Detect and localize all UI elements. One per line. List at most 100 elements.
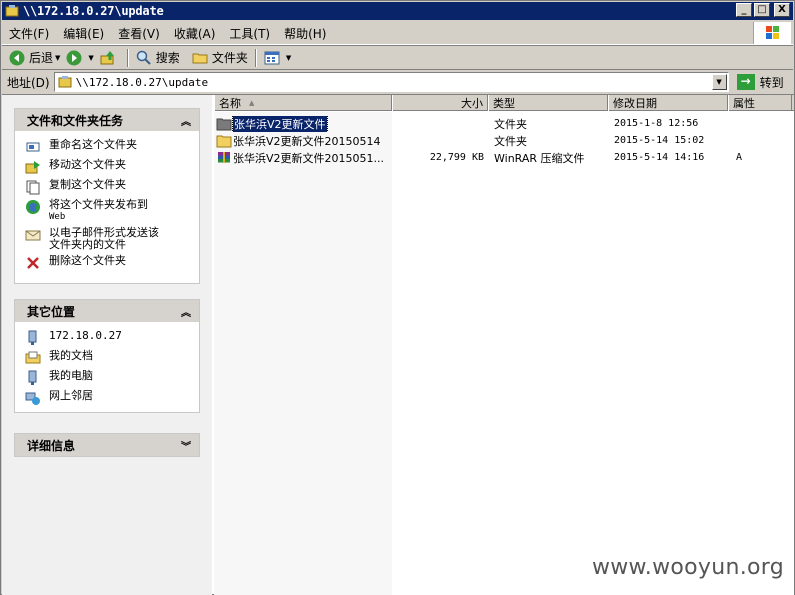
email-files-task[interactable]: 以电子邮件形式发送该 文件夹内的文件 [25, 227, 193, 251]
menu-tools[interactable]: 工具(T) [222, 25, 277, 42]
place-network-places[interactable]: 网上邻居 [25, 390, 193, 406]
panel-body: 172.18.0.27 我的文档 我的电脑 网上邻居 [15, 322, 199, 416]
main-area: 文件和文件夹任务 ︽ 重命名这个文件夹 移动这个文件夹 复制这个文件夹 将这个文… [2, 94, 794, 595]
file-name-cell[interactable]: 张华浜V2更新文件2015051... [214, 150, 392, 166]
menu-bar: 文件(F) 编辑(E) 查看(V) 收藏(A) 工具(T) 帮助(H) [2, 22, 793, 45]
file-name-cell[interactable]: 张华浜V2更新文件 [214, 115, 392, 132]
column-header-modified[interactable]: 修改日期 [608, 95, 728, 111]
column-type-label: 类型 [493, 96, 515, 110]
column-name-label: 名称 [219, 96, 241, 110]
winrar-archive-icon [218, 151, 230, 163]
folder-icon [216, 135, 232, 147]
back-arrow-icon [9, 50, 25, 65]
expand-chevron-icon[interactable]: ︾ [181, 438, 191, 453]
address-input[interactable]: \\172.18.0.27\update ▼ [53, 72, 729, 92]
forward-button[interactable]: ▼ [63, 47, 96, 69]
menu-file[interactable]: 文件(F) [2, 25, 56, 42]
views-dropdown-icon[interactable]: ▼ [286, 54, 291, 62]
address-dropdown-icon[interactable]: ▼ [711, 74, 727, 90]
views-button[interactable]: ▼ [261, 47, 294, 69]
title-bar[interactable]: \\172.18.0.27\update _ □ X [2, 2, 793, 20]
column-size-label: 大小 [461, 96, 483, 110]
panel-header[interactable]: 文件和文件夹任务 ︽ [15, 109, 199, 131]
copy-folder-task[interactable]: 复制这个文件夹 [25, 179, 193, 195]
minimize-button[interactable]: _ [736, 3, 752, 17]
watermark: www.wooyun.org [591, 555, 784, 580]
file-name: 张华浜V2更新文件20150514 [233, 134, 381, 148]
collapse-chevron-icon[interactable]: ︽ [181, 113, 191, 128]
toolbar-separator [126, 48, 129, 67]
delete-icon [27, 257, 39, 269]
task-sublabel: 文件夹内的文件 [49, 238, 126, 251]
panel-title: 详细信息 [27, 438, 76, 453]
task-label: 移动这个文件夹 [49, 158, 126, 171]
table-row[interactable]: 张华浜V2更新文件2015051... 22,799 KB WinRAR 压缩文… [214, 149, 794, 166]
go-button[interactable]: → 转到 [736, 74, 784, 91]
column-header-size[interactable]: 大小 [392, 95, 488, 111]
menu-favorites[interactable]: 收藏(A) [167, 25, 223, 42]
place-my-computer[interactable]: 我的电脑 [25, 370, 193, 386]
panel-header[interactable]: 其它位置 ︽ [15, 300, 199, 322]
column-header-type[interactable]: 类型 [488, 95, 608, 111]
details-panel: 详细信息 ︾ [14, 433, 200, 457]
menu-help[interactable]: 帮助(H) [277, 25, 333, 42]
rename-folder-task[interactable]: 重命名这个文件夹 [25, 139, 193, 155]
back-dropdown-icon[interactable]: ▼ [55, 54, 60, 62]
file-folder-tasks-panel: 文件和文件夹任务 ︽ 重命名这个文件夹 移动这个文件夹 复制这个文件夹 将这个文… [14, 108, 200, 284]
sort-ascending-icon: ▲ [249, 98, 255, 107]
other-places-panel: 其它位置 ︽ 172.18.0.27 我的文档 我的电脑 网上邻居 [14, 299, 200, 413]
explorer-window: \\172.18.0.27\update _ □ X 文件(F) 编辑(E) 查… [0, 0, 795, 595]
place-label: 172.18.0.27 [49, 329, 122, 342]
search-button[interactable]: 搜索 [133, 47, 183, 69]
window-title: \\172.18.0.27\update [23, 4, 164, 18]
forward-dropdown-icon[interactable]: ▼ [88, 54, 93, 62]
folders-label: 文件夹 [211, 51, 248, 65]
column-headers: 名称 ▲ 大小 类型 修改日期 属性 [214, 95, 794, 111]
up-folder-button[interactable] [97, 47, 123, 69]
maximize-button[interactable]: □ [754, 3, 770, 17]
address-bar: 地址(D) \\172.18.0.27\update ▼ → 转到 [2, 71, 793, 93]
folders-icon [192, 53, 208, 63]
close-button[interactable]: X [774, 3, 790, 17]
views-icon [264, 51, 280, 64]
place-label: 我的电脑 [49, 369, 93, 382]
column-header-name[interactable]: 名称 ▲ [214, 95, 392, 111]
task-label: 重命名这个文件夹 [49, 138, 137, 151]
column-header-attributes[interactable]: 属性 [728, 95, 792, 111]
table-row[interactable]: 张华浜V2更新文件 文件夹 2015-1-8 12:56 [214, 115, 794, 132]
file-name: 张华浜V2更新文件2015051... [233, 151, 385, 165]
address-label: 地址(D) [7, 75, 50, 90]
delete-folder-task[interactable]: 删除这个文件夹 [25, 255, 193, 271]
go-label: 转到 [759, 75, 784, 90]
back-button[interactable]: 后退 ▼ [6, 47, 63, 69]
my-computer-icon [28, 370, 37, 385]
menu-edit[interactable]: 编辑(E) [56, 25, 111, 42]
email-icon [25, 230, 41, 241]
task-label: 复制这个文件夹 [49, 178, 126, 191]
task-sublabel: Web [49, 212, 66, 222]
file-name-cell[interactable]: 张华浜V2更新文件20150514 [214, 133, 392, 149]
folder-icon [216, 118, 232, 130]
folder-app-icon [5, 5, 19, 17]
place-network-computer[interactable]: 172.18.0.27 [25, 330, 193, 346]
file-type: 文件夹 [494, 134, 527, 148]
move-folder-task[interactable]: 移动这个文件夹 [25, 159, 193, 175]
place-my-documents[interactable]: 我的文档 [25, 350, 193, 366]
publish-web-icon [26, 200, 40, 214]
sorted-column-highlight [214, 112, 392, 595]
file-name: 张华浜V2更新文件 [232, 115, 328, 132]
panel-title: 文件和文件夹任务 [27, 113, 124, 128]
toolbar-separator [254, 48, 257, 67]
collapse-chevron-icon[interactable]: ︽ [181, 304, 191, 319]
file-modified: 2015-5-14 14:16 [614, 152, 705, 163]
panel-header[interactable]: 详细信息 ︾ [15, 434, 199, 456]
menu-view[interactable]: 查看(V) [111, 25, 167, 42]
file-type: WinRAR 压缩文件 [494, 151, 585, 165]
move-icon [25, 161, 40, 174]
task-text: 将这个文件夹发布到 Web [49, 199, 148, 223]
publish-web-task[interactable]: 将这个文件夹发布到 Web [25, 199, 193, 223]
task-text: 以电子邮件形式发送该 文件夹内的文件 [49, 227, 159, 251]
file-modified: 2015-5-14 15:02 [614, 135, 705, 146]
folders-button[interactable]: 文件夹 [189, 47, 251, 69]
table-row[interactable]: 张华浜V2更新文件20150514 文件夹 2015-5-14 15:02 [214, 132, 794, 149]
